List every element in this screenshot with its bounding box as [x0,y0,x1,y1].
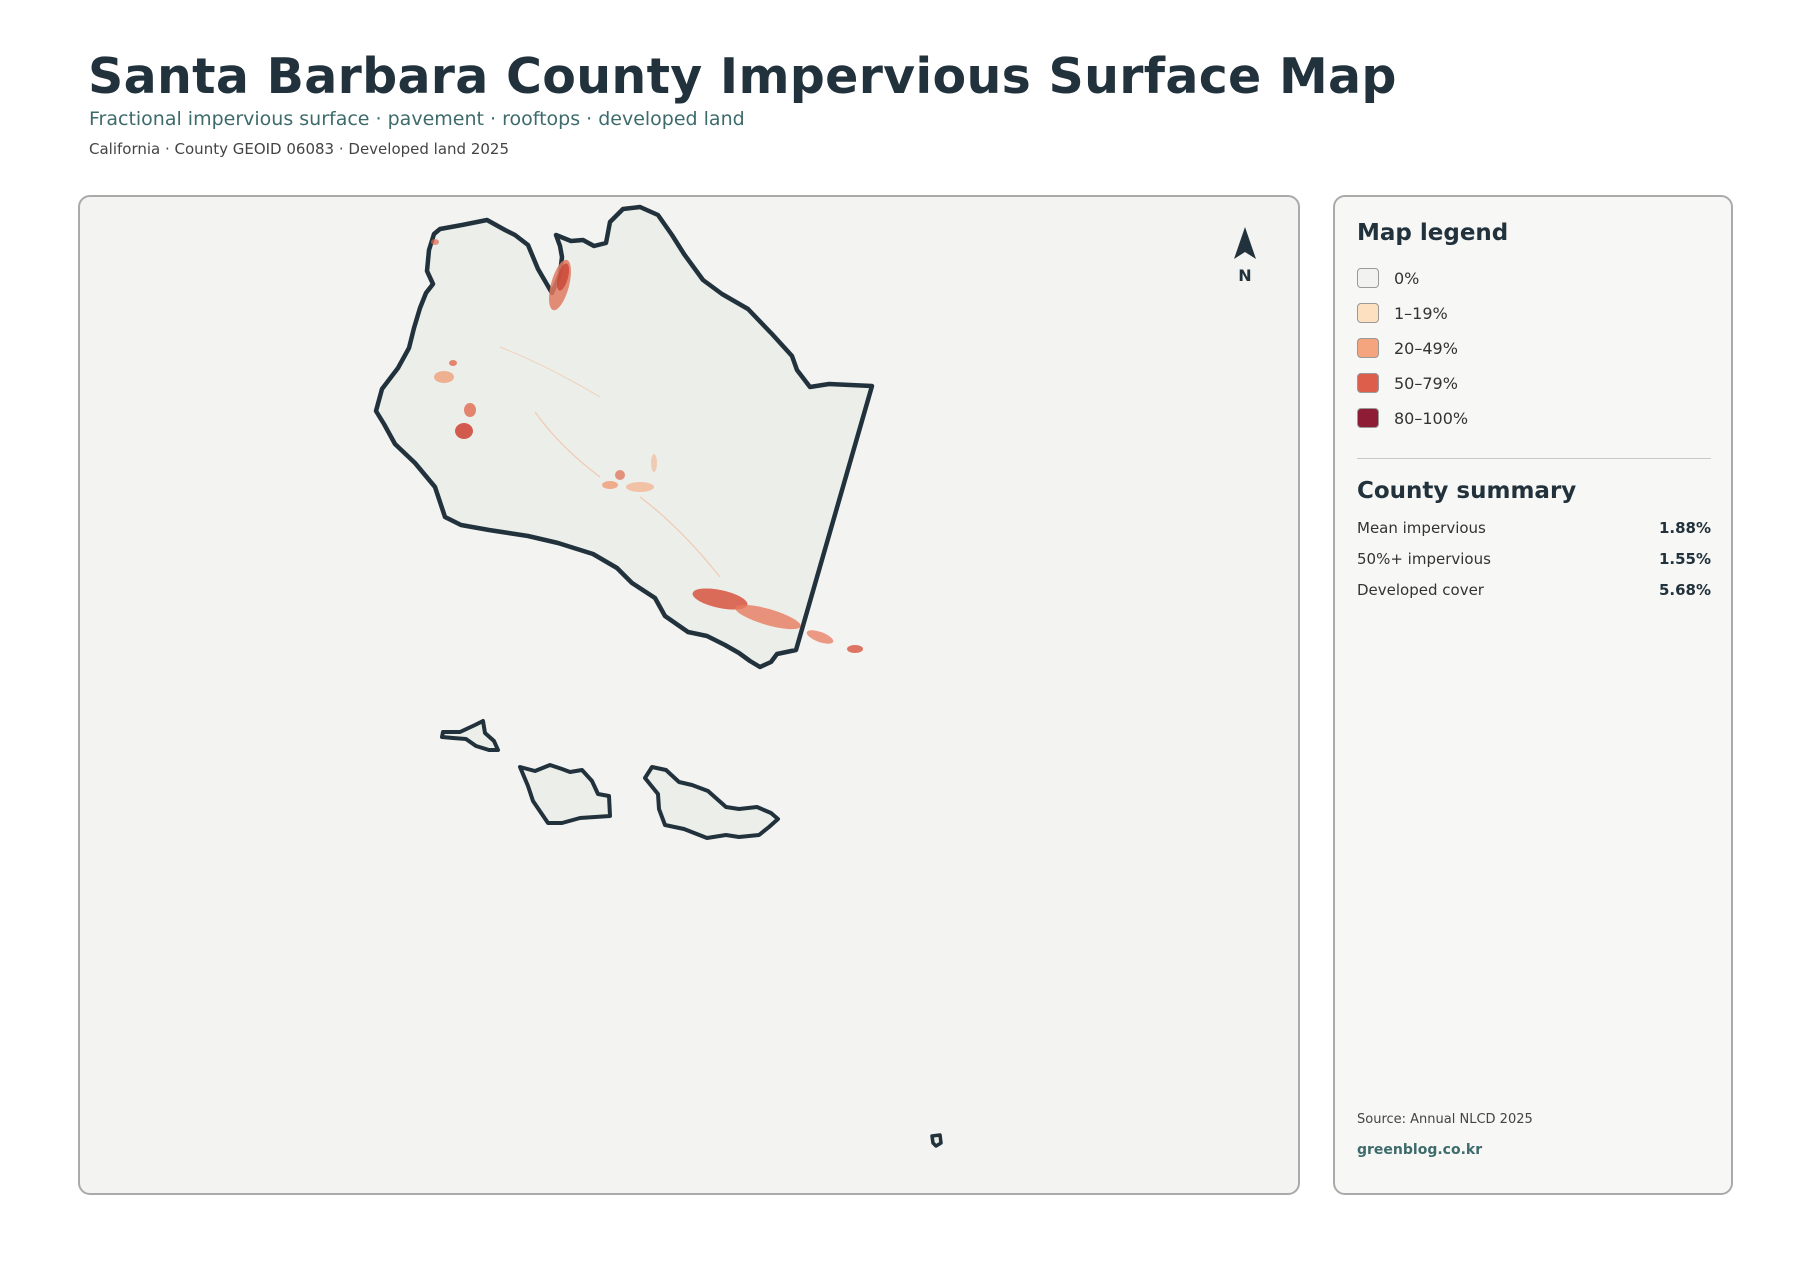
page-subtitle: Fractional impervious surface · pavement… [89,108,745,130]
page-meta: California · County GEOID 06083 · Develo… [89,140,509,158]
stat-value: 1.55% [1658,550,1711,568]
legend-swatch [1357,408,1379,428]
stat-label: 50%+ impervious [1357,550,1491,568]
source-note: Source: Annual NLCD 2025 [1357,1112,1533,1127]
legend-divider [1357,458,1711,459]
legend-label: 0% [1394,269,1420,288]
stat-row: 50%+ impervious 1.55% [1357,550,1711,570]
brand-link[interactable]: greenblog.co.kr [1357,1142,1482,1158]
legend-label: 80–100% [1394,409,1469,428]
san-miguel-island [440,719,500,752]
stat-row: Developed cover 5.68% [1357,581,1711,601]
north-arrow-label: N [1238,266,1251,285]
stat-row: Mean impervious 1.88% [1357,519,1711,539]
stat-value: 1.88% [1658,519,1711,537]
legend-panel: Map legend 0% 1–19% 20–49% 50–79% 80–100… [1333,195,1733,1195]
summary-title: County summary [1357,478,1577,504]
santa-rosa-island [518,763,612,825]
stat-label: Developed cover [1357,581,1484,599]
legend-label: 20–49% [1394,339,1458,358]
legend-swatch [1357,373,1379,393]
legend-swatch [1357,268,1379,288]
map-panel[interactable]: N [78,195,1300,1195]
county-map[interactable]: N [80,197,1300,1195]
stat-value: 5.68% [1658,581,1711,599]
mainland-boundary [373,204,875,670]
legend-swatch [1357,303,1379,323]
santa-cruz-island [643,765,780,840]
legend-swatch [1357,338,1379,358]
page-title: Santa Barbara County Impervious Surface … [88,48,1397,105]
north-arrow-icon [1234,227,1256,259]
legend-title: Map legend [1357,220,1509,246]
santa-barbara-islet [930,1133,943,1148]
north-arrow: N [1234,227,1256,285]
legend-label: 50–79% [1394,374,1458,393]
stat-label: Mean impervious [1357,519,1486,537]
legend-label: 1–19% [1394,304,1448,323]
